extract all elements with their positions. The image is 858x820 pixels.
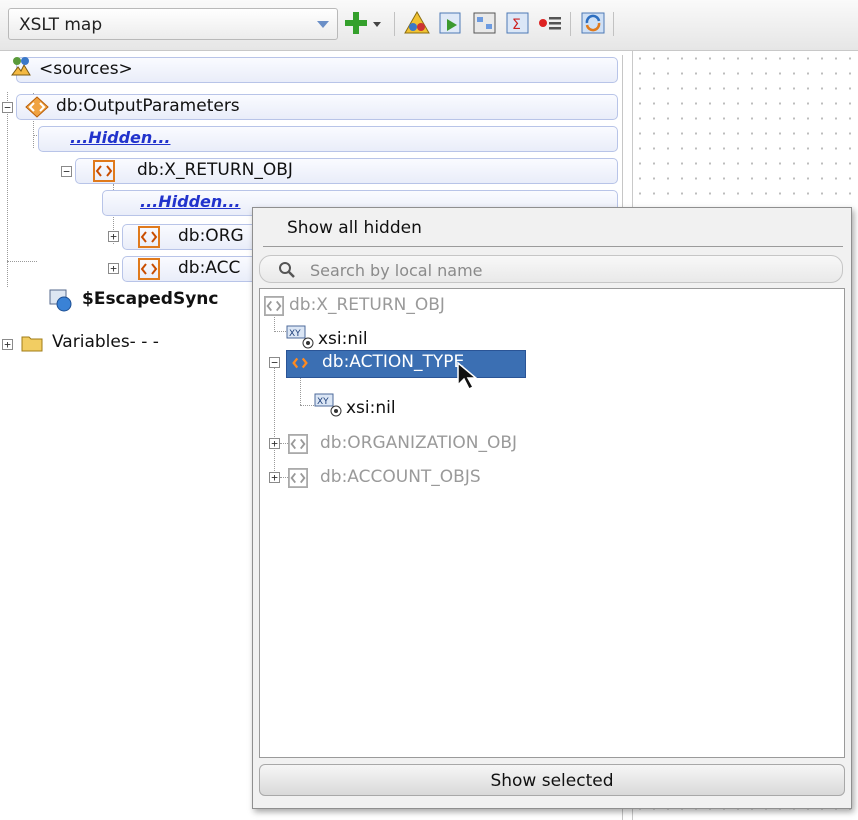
expand-toggle[interactable]: + bbox=[269, 438, 280, 449]
function-icon[interactable]: Σ bbox=[505, 10, 531, 36]
hidden-items-tree[interactable]: db:X_RETURN_OBJ XY xsi:nil − db:ACTION_T… bbox=[259, 288, 845, 758]
tree-label-output-parameters: db:OutputParameters bbox=[56, 96, 240, 116]
separator bbox=[613, 12, 614, 36]
tree-row-output-parameters[interactable]: db:OutputParameters bbox=[16, 94, 618, 120]
element-icon bbox=[93, 160, 115, 182]
sources-icon bbox=[11, 57, 31, 76]
svg-text:XY: XY bbox=[317, 397, 329, 407]
chevron-down-icon bbox=[317, 21, 329, 28]
show-selected-label: Show selected bbox=[490, 771, 614, 791]
list-icon[interactable] bbox=[537, 10, 563, 36]
separator bbox=[394, 12, 395, 36]
tree-label-x-return-obj: db:X_RETURN_OBJ bbox=[137, 160, 293, 180]
search-input[interactable]: Search by local name bbox=[259, 255, 843, 283]
svg-text:XY: XY bbox=[289, 329, 301, 339]
folder-icon bbox=[21, 336, 43, 352]
collapse-toggle[interactable]: − bbox=[269, 357, 280, 368]
tree-label-escaped-sync: $EscapedSync bbox=[82, 289, 219, 309]
hidden-link[interactable]: ...Hidden... bbox=[70, 128, 171, 147]
popup-title[interactable]: Show all hidden bbox=[287, 218, 422, 238]
tree-row-hidden[interactable]: ...Hidden... bbox=[38, 126, 618, 152]
tree-label-acc: db:ACC bbox=[178, 258, 241, 278]
popup-label-action-type: db:ACTION_TYPE bbox=[322, 352, 465, 372]
tree-label-variables: Variables- - - bbox=[52, 332, 159, 352]
search-icon bbox=[279, 262, 295, 278]
expand-toggle[interactable]: + bbox=[108, 263, 119, 274]
element-icon bbox=[292, 357, 308, 369]
expand-toggle[interactable]: + bbox=[2, 339, 13, 350]
add-icon[interactable] bbox=[343, 10, 369, 36]
popup-label-x-return-obj: db:X_RETURN_OBJ bbox=[289, 295, 445, 315]
collapse-toggle[interactable]: − bbox=[61, 166, 72, 177]
tree-row-x-return-obj[interactable]: db:X_RETURN_OBJ bbox=[75, 158, 618, 184]
popup-label-organization-obj: db:ORGANIZATION_OBJ bbox=[320, 433, 518, 453]
toolbar: XSLT map Σ bbox=[0, 0, 858, 51]
tree-label-sources: <sources> bbox=[39, 59, 133, 79]
view-select[interactable]: XSLT map bbox=[8, 8, 338, 40]
element-icon bbox=[25, 96, 49, 118]
expand-toggle[interactable]: + bbox=[108, 231, 119, 242]
view-select-value: XSLT map bbox=[19, 15, 103, 35]
element-icon bbox=[264, 296, 284, 316]
tree-row-variables[interactable]: Variables- - - bbox=[18, 331, 258, 357]
map-icon[interactable] bbox=[472, 10, 498, 36]
popup-row-organization-obj[interactable]: db:ORGANIZATION_OBJ bbox=[288, 431, 588, 457]
element-icon bbox=[138, 258, 160, 280]
divider bbox=[263, 246, 843, 247]
popup-row-x-return-obj[interactable]: db:X_RETURN_OBJ bbox=[260, 293, 560, 319]
test-icon[interactable] bbox=[438, 10, 464, 36]
popup-row-account-objs[interactable]: db:ACCOUNT_OBJS bbox=[288, 465, 588, 491]
variable-icon bbox=[49, 289, 72, 312]
collapse-toggle[interactable]: − bbox=[2, 102, 13, 113]
refresh-icon[interactable] bbox=[580, 10, 606, 36]
separator bbox=[570, 12, 571, 36]
show-hidden-popup: Show all hidden Search by local name db:… bbox=[252, 207, 852, 809]
show-selected-button[interactable]: Show selected bbox=[259, 764, 845, 796]
tree-label-org: db:ORG bbox=[178, 226, 244, 246]
popup-label-account-objs: db:ACCOUNT_OBJS bbox=[320, 467, 481, 487]
tree-row-sources[interactable]: <sources> bbox=[11, 57, 618, 83]
element-icon bbox=[138, 226, 160, 248]
warning-icon[interactable] bbox=[404, 10, 430, 36]
element-icon bbox=[288, 434, 308, 454]
attribute-icon: XY bbox=[314, 393, 342, 417]
popup-label-xsi-nil: xsi:nil bbox=[346, 398, 396, 418]
svg-text:Σ: Σ bbox=[512, 17, 521, 33]
popup-row-action-type[interactable]: db:ACTION_TYPE bbox=[286, 350, 526, 378]
dropdown-icon[interactable] bbox=[370, 10, 384, 36]
mouse-pointer-icon bbox=[457, 361, 478, 391]
expand-toggle[interactable]: + bbox=[269, 472, 280, 483]
element-icon bbox=[288, 468, 308, 488]
attribute-icon: XY bbox=[286, 325, 314, 349]
search-placeholder: Search by local name bbox=[310, 261, 483, 280]
popup-label-xsi-nil: xsi:nil bbox=[318, 329, 368, 349]
hidden-link[interactable]: ...Hidden... bbox=[140, 192, 241, 211]
popup-row-xsi-nil[interactable]: XY xsi:nil bbox=[314, 393, 514, 423]
